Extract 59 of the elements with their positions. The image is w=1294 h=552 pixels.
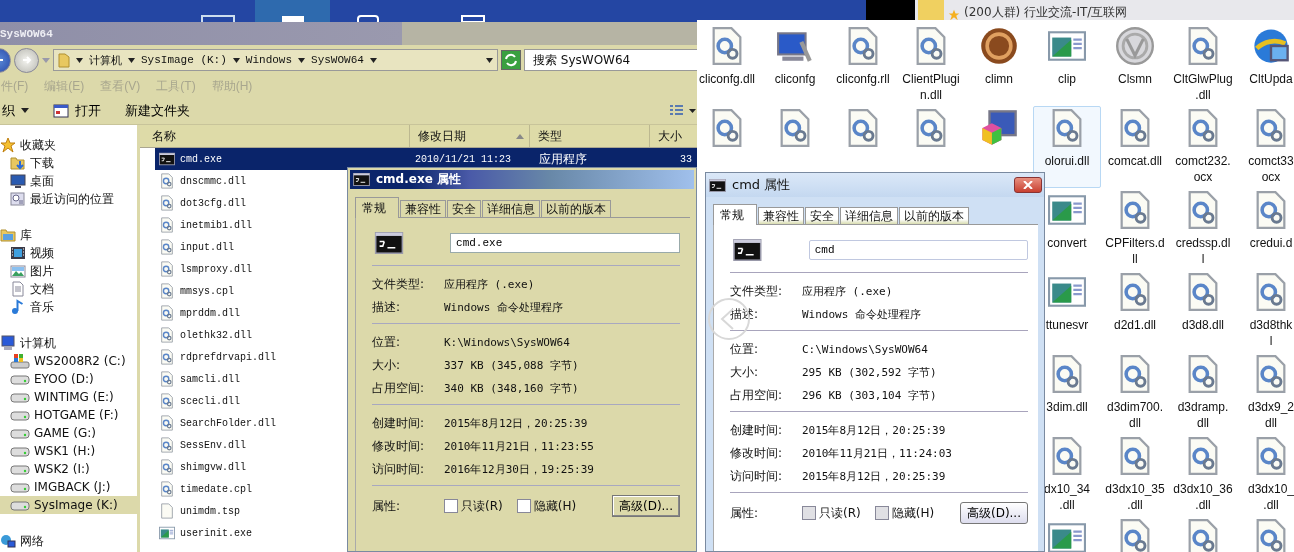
field-value: 2015年8月12日，20:25:39 — [802, 423, 946, 438]
field-value: 337 KB (345,088 字节) — [444, 358, 579, 373]
size-cell-text: 33 — [679, 153, 693, 165]
field-label: 位置: — [730, 341, 760, 358]
notification-text: (200人群) 行业交流-IT/互联网 — [964, 4, 1128, 21]
file-name: samcli.dll — [180, 373, 240, 385]
field-label: 描述: — [372, 299, 402, 316]
type-cell-text: 应用程序 — [538, 150, 588, 168]
field-value: Windows 命令处理程序 — [802, 307, 921, 322]
file-name: shimgvw.dll — [180, 461, 246, 473]
file-name: olethk32.dll — [180, 329, 252, 341]
field-label: 修改时间: — [730, 445, 784, 462]
file-name: SearchFolder.dll — [180, 417, 276, 429]
field-value: 340 KB (348,160 字节) — [444, 381, 579, 396]
field-label: 描述: — [730, 306, 760, 323]
field-label: 占用空间: — [372, 380, 426, 397]
window-title: SysWOW64 — [0, 27, 53, 40]
field-value: 296 KB (303,104 字节) — [802, 388, 937, 403]
field-label: 位置: — [372, 334, 402, 351]
dialog-title: cmd.exe 属性 — [376, 171, 461, 188]
field-label: 大小: — [372, 357, 402, 374]
field-value: 2010年11月21日，11:24:03 — [802, 446, 952, 461]
file-name: cmd.exe — [180, 153, 222, 165]
field-label: 文件类型: — [372, 276, 426, 293]
field-label: 修改时间: — [372, 438, 426, 455]
field-label: 占用空间: — [730, 387, 784, 404]
field-label: 创建时间: — [372, 415, 426, 432]
file-name: dot3cfg.dll — [180, 197, 246, 209]
field-label: 属性: — [372, 497, 402, 515]
file-name: lsmproxy.dll — [180, 263, 252, 275]
field-value: Windows 命令处理程序 — [444, 300, 563, 315]
field-label: 创建时间: — [730, 422, 784, 439]
file-name: dnscmmc.dll — [180, 175, 246, 187]
field-label: 文件类型: — [730, 283, 784, 300]
field-label: 属性: — [730, 504, 760, 522]
file-name: inetmib1.dll — [180, 219, 252, 231]
file-name: rdprefdrvapi.dll — [180, 351, 276, 363]
field-value: 应用程序 (.exe) — [802, 284, 893, 299]
field-label: 访问时间: — [372, 461, 426, 478]
file-name: input.dll — [180, 241, 234, 253]
field-label: 大小: — [730, 364, 760, 381]
field-value: 2010年11月21日，11:23:55 — [444, 439, 594, 454]
field-value: 295 KB (302,592 字节) — [802, 365, 937, 380]
date-cell-text: 2010/11/21 11:23 — [414, 153, 512, 165]
file-name: unimdm.tsp — [180, 505, 240, 517]
file-name: mprddm.dll — [180, 307, 240, 319]
field-value: C:\Windows\SysWOW64 — [802, 343, 928, 356]
field-value: 2015年8月12日，20:25:39 — [802, 469, 946, 484]
field-value: 2016年12月30日，19:25:39 — [444, 462, 594, 477]
file-name: userinit.exe — [180, 527, 252, 539]
file-name: mmsys.cpl — [180, 285, 234, 297]
field-value: K:\Windows\SysWOW64 — [444, 336, 570, 349]
field-label: 访问时间: — [730, 468, 784, 485]
field-value: 应用程序 (.exe) — [444, 277, 535, 292]
field-value: 2015年8月12日，20:25:39 — [444, 416, 588, 431]
file-name: scecli.dll — [180, 395, 240, 407]
file-name: SessEnv.dll — [180, 439, 246, 451]
dialog-title: cmd 属性 — [732, 176, 791, 194]
file-name: timedate.cpl — [180, 483, 252, 495]
